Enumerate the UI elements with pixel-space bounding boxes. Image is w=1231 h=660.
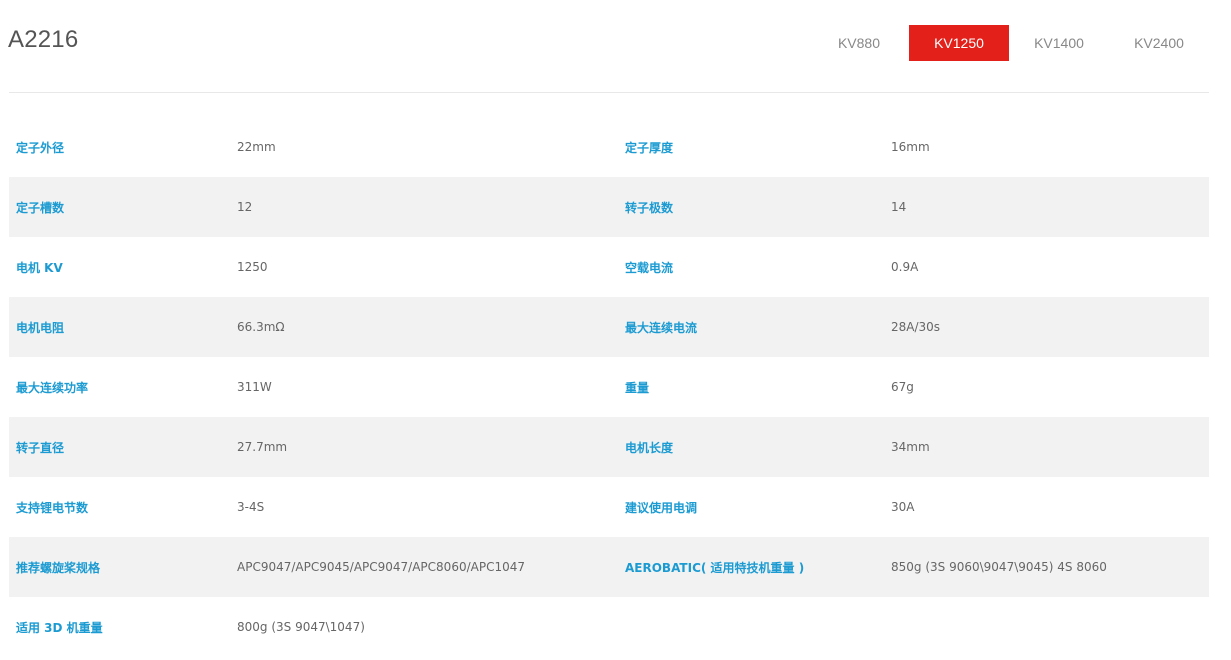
table-row: 电机电阻 66.3mΩ 最大连续电流 28A/30s (9, 297, 1209, 357)
spec-value: 28A/30s (891, 320, 941, 334)
spec-value: 3-4S (237, 500, 265, 514)
spec-table: 定子外径 22mm 定子厚度 16mm 定子槽数 12 转子极数 14 电机 K… (9, 117, 1209, 657)
kv-tab-bar: KV880 KV1250 KV1400 KV2400 (809, 25, 1209, 61)
spec-label: 转子直径 (16, 440, 65, 455)
spec-value: APC9047/APC9045/APC9047/APC8060/APC1047 (237, 560, 525, 574)
spec-value: 311W (237, 380, 272, 394)
spec-value: 16mm (891, 140, 930, 154)
spec-label: 适用 3D 机重量 (16, 620, 103, 635)
table-row: 定子槽数 12 转子极数 14 (9, 177, 1209, 237)
spec-label: 转子极数 (625, 200, 674, 215)
spec-value: 14 (891, 200, 907, 214)
product-title: A2216 (8, 26, 79, 53)
spec-label: 推荐螺旋桨规格 (16, 560, 101, 575)
spec-label: 最大连续功率 (16, 380, 89, 395)
spec-label: 支持锂电节数 (16, 500, 89, 515)
tab-kv1400[interactable]: KV1400 (1009, 25, 1109, 61)
spec-value: 67g (891, 380, 914, 394)
spec-value: 850g (3S 9060\9047\9045) 4S 8060 (891, 560, 1107, 574)
tab-kv1250[interactable]: KV1250 (909, 25, 1009, 61)
table-row: 转子直径 27.7mm 电机长度 34mm (9, 417, 1209, 477)
spec-label: 空载电流 (625, 260, 674, 275)
tab-kv880[interactable]: KV880 (809, 25, 909, 61)
table-row: 最大连续功率 311W 重量 67g (9, 357, 1209, 417)
spec-label: 电机电阻 (16, 320, 65, 335)
header-divider (9, 92, 1209, 93)
spec-label: 最大连续电流 (625, 320, 698, 335)
spec-label: 建议使用电调 (625, 500, 698, 515)
spec-label: 电机 KV (16, 260, 63, 275)
spec-value: 66.3mΩ (237, 320, 285, 334)
table-row: 定子外径 22mm 定子厚度 16mm (9, 117, 1209, 177)
spec-value: 30A (891, 500, 915, 514)
spec-label: 电机长度 (625, 440, 674, 455)
table-row: 电机 KV 1250 空载电流 0.9A (9, 237, 1209, 297)
spec-value: 27.7mm (237, 440, 288, 454)
spec-label: 定子槽数 (16, 200, 65, 215)
spec-label: AEROBATIC( 适用特技机重量 ) (625, 560, 805, 575)
spec-page: A2216 KV880 KV1250 KV1400 KV2400 定子外径 22… (0, 0, 1231, 660)
spec-value: 1250 (237, 260, 268, 274)
spec-label: 重量 (625, 380, 650, 395)
spec-value: 12 (237, 200, 253, 214)
spec-label: 定子外径 (16, 140, 65, 155)
spec-value: 34mm (891, 440, 930, 454)
tab-kv2400[interactable]: KV2400 (1109, 25, 1209, 61)
spec-value: 800g (3S 9047\1047) (237, 620, 365, 634)
spec-value: 0.9A (891, 260, 919, 274)
table-row: 支持锂电节数 3-4S 建议使用电调 30A (9, 477, 1209, 537)
spec-value: 22mm (237, 140, 276, 154)
spec-label: 定子厚度 (625, 140, 674, 155)
table-row: 推荐螺旋桨规格 APC9047/APC9045/APC9047/APC8060/… (9, 537, 1209, 597)
table-row: 适用 3D 机重量 800g (3S 9047\1047) (9, 597, 1209, 657)
